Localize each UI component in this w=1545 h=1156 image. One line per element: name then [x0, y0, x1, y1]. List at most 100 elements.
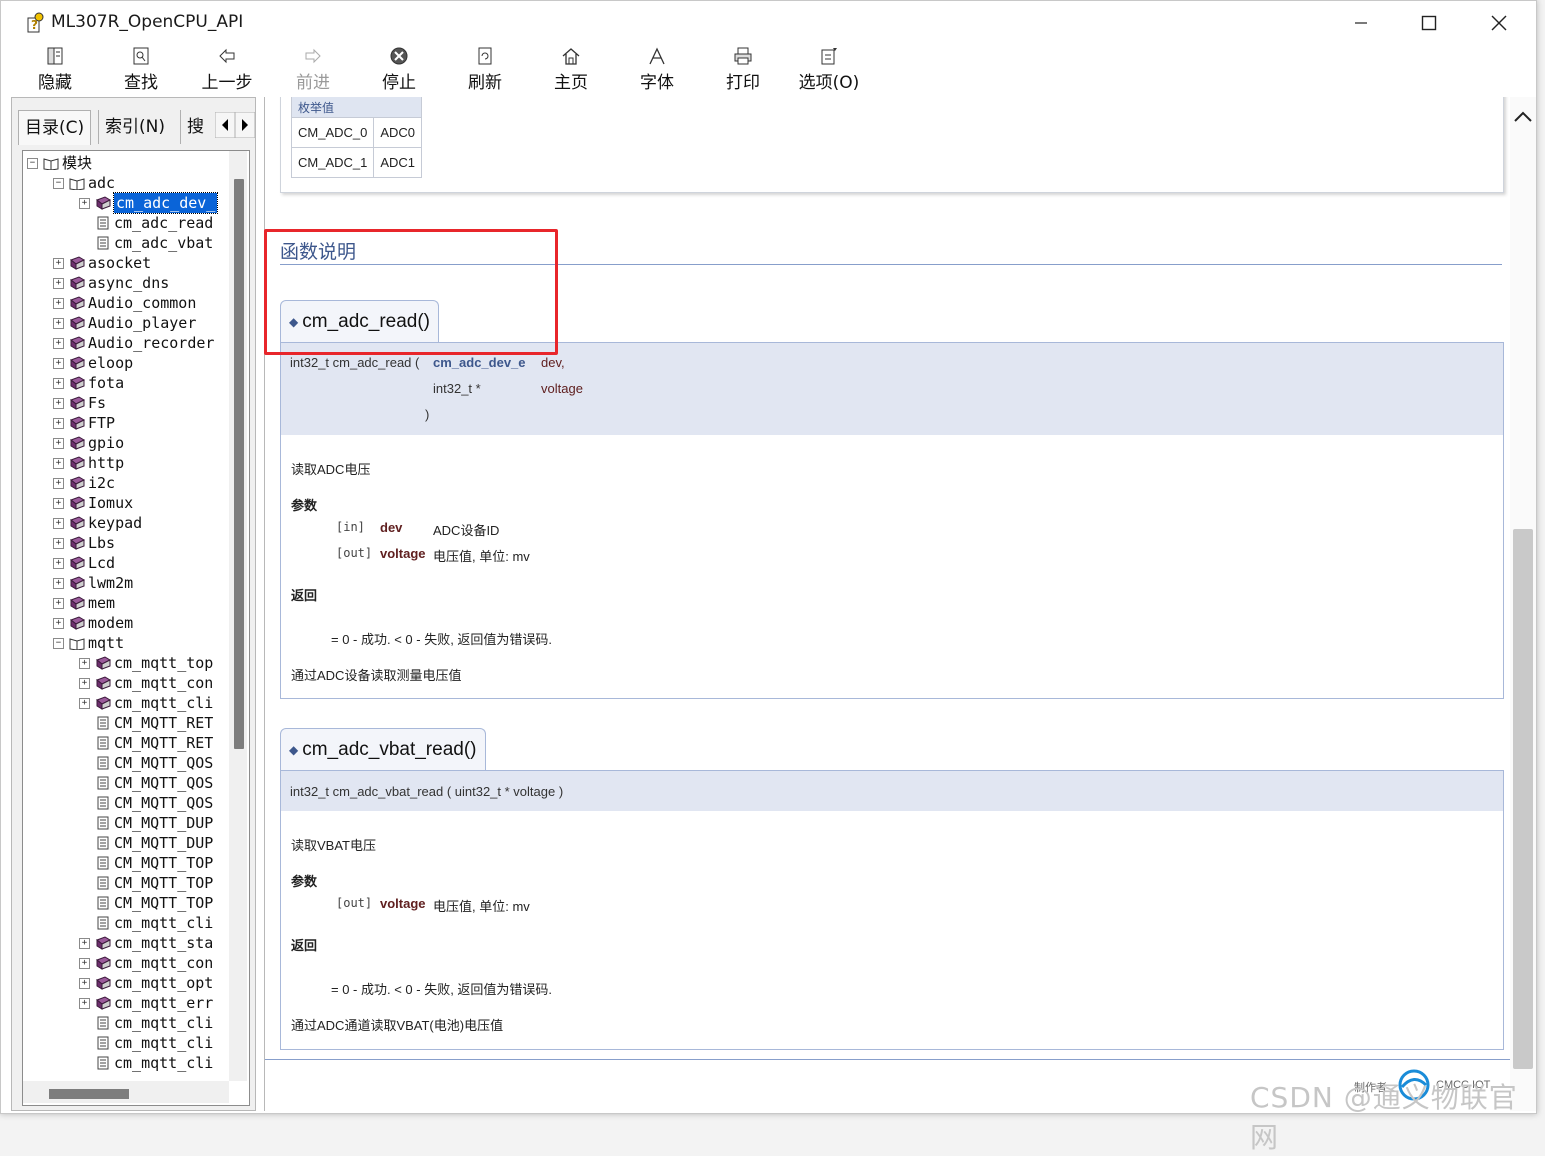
tree-item[interactable]: cm_mqtt_opt — [114, 973, 213, 993]
tree-expand-toggle[interactable]: + — [53, 278, 64, 289]
tree-expand-toggle[interactable]: + — [53, 338, 64, 349]
tree-expand-toggle[interactable]: + — [53, 498, 64, 509]
tree-item[interactable]: Iomux — [88, 493, 133, 513]
tree-item[interactable]: CM_MQTT_DUP — [114, 813, 213, 833]
tree-expand-toggle[interactable]: − — [53, 178, 64, 189]
tree-item[interactable]: fota — [88, 373, 124, 393]
options-button[interactable]: 选项(O) — [789, 47, 869, 95]
tree-expand-toggle[interactable]: + — [53, 358, 64, 369]
tree-item[interactable]: 模块 — [62, 153, 92, 173]
tree-expand-toggle[interactable]: + — [53, 438, 64, 449]
scroll-up-icon[interactable] — [1513, 109, 1533, 123]
tree-item[interactable]: cm_mqtt_cli — [114, 913, 213, 933]
font-button[interactable]: 字体 — [617, 47, 697, 95]
stop-button[interactable]: 停止 — [359, 47, 439, 95]
content-vertical-scrollbar[interactable] — [1510, 97, 1536, 1111]
tab-contents[interactable]: 目录(C) — [18, 110, 92, 145]
tab-index[interactable]: 索引(N) — [98, 110, 171, 144]
tree-expand-toggle[interactable]: + — [79, 198, 90, 209]
hide-button[interactable]: 隐藏 — [15, 47, 95, 95]
tree-item[interactable]: CM_MQTT_RET — [114, 733, 213, 753]
tree-item[interactable]: Audio_player — [88, 313, 196, 333]
tree-expand-toggle[interactable]: + — [53, 398, 64, 409]
tree-expand-toggle[interactable]: + — [53, 578, 64, 589]
tree-expand-toggle[interactable]: + — [53, 458, 64, 469]
tree-item[interactable]: cm_mqtt_sta — [114, 933, 213, 953]
tree-item[interactable]: asocket — [88, 253, 151, 273]
tree-item[interactable]: cm_mqtt_cli — [114, 693, 213, 713]
tree-expand-toggle[interactable]: + — [79, 998, 90, 1009]
tree-vertical-scrollbar[interactable] — [229, 151, 247, 1081]
tree-expand-toggle[interactable]: + — [53, 318, 64, 329]
tree-item[interactable]: FTP — [88, 413, 115, 433]
tree-expand-toggle[interactable]: − — [27, 158, 38, 169]
tree-item[interactable]: CM_MQTT_TOP — [114, 873, 213, 893]
minimize-button[interactable] — [1326, 1, 1396, 45]
tree-item[interactable]: cm_adc_vbat — [114, 233, 213, 253]
tree-expand-toggle[interactable]: + — [79, 958, 90, 969]
tree-expand-toggle[interactable]: + — [53, 538, 64, 549]
param-type-link[interactable]: cm_adc_dev_e — [433, 355, 526, 370]
tree-expand-toggle[interactable]: + — [53, 298, 64, 309]
tree-item[interactable]: lwm2m — [88, 573, 133, 593]
tree-expand-toggle[interactable]: + — [53, 558, 64, 569]
tree-item[interactable]: modem — [88, 613, 133, 633]
tree-item[interactable]: cm_adc_read — [114, 213, 213, 233]
tree-item[interactable]: CM_MQTT_TOP — [114, 893, 213, 913]
tree-item[interactable]: cm_mqtt_cli — [114, 1033, 213, 1053]
maximize-button[interactable] — [1394, 1, 1464, 45]
tree-item[interactable]: cm_adc_dev_ — [112, 192, 219, 214]
tree-item[interactable]: cm_mqtt_err — [114, 993, 213, 1013]
tree-item[interactable]: CM_MQTT_QOS — [114, 773, 213, 793]
tree-item[interactable]: Lcd — [88, 553, 115, 573]
tree-item[interactable]: Audio_recorder — [88, 333, 214, 353]
tree-item[interactable]: cm_mqtt_con — [114, 673, 213, 693]
tree-item[interactable]: CM_MQTT_QOS — [114, 793, 213, 813]
tree-horizontal-scrollbar[interactable] — [23, 1081, 229, 1103]
find-button[interactable]: 查找 — [101, 47, 181, 95]
tree-expand-toggle[interactable]: + — [53, 378, 64, 389]
tree-item[interactable]: eloop — [88, 353, 133, 373]
forward-button[interactable]: 前进 — [273, 47, 353, 95]
tree-item[interactable]: cm_mqtt_top — [114, 653, 213, 673]
tree-item[interactable]: CM_MQTT_DUP — [114, 833, 213, 853]
tree-item[interactable]: CM_MQTT_TOP — [114, 853, 213, 873]
tree-expand-toggle[interactable]: + — [79, 698, 90, 709]
tab-search[interactable]: 搜 — [180, 110, 210, 144]
tree-expand-toggle[interactable]: + — [79, 938, 90, 949]
tree-expand-toggle[interactable]: + — [53, 598, 64, 609]
tree-item[interactable]: cm_mqtt_cli — [114, 1013, 213, 1033]
tree-item[interactable]: cm_mqtt_cli — [114, 1053, 213, 1073]
tree-item[interactable]: keypad — [88, 513, 142, 533]
tree-expand-toggle[interactable]: + — [79, 658, 90, 669]
tree-item[interactable]: http — [88, 453, 124, 473]
tab-scroll-arrows[interactable] — [215, 112, 255, 138]
tree-expand-toggle[interactable]: − — [53, 638, 64, 649]
tree-expand-toggle[interactable]: + — [53, 258, 64, 269]
tree-item[interactable]: adc — [88, 173, 115, 193]
tree-vertical-scroll-thumb[interactable] — [234, 179, 244, 749]
close-button[interactable] — [1464, 1, 1534, 45]
tree-horizontal-scroll-thumb[interactable] — [49, 1089, 129, 1099]
tree-item[interactable]: i2c — [88, 473, 115, 493]
tree-expand-toggle[interactable]: + — [79, 678, 90, 689]
tree-item[interactable]: CM_MQTT_QOS — [114, 753, 213, 773]
home-button[interactable]: 主页 — [531, 47, 611, 95]
tree-expand-toggle[interactable]: + — [53, 418, 64, 429]
back-button[interactable]: 上一步 — [187, 47, 267, 95]
tree-item[interactable]: Fs — [88, 393, 106, 413]
content-scroll-thumb[interactable] — [1513, 529, 1533, 1069]
tree-item[interactable]: Lbs — [88, 533, 115, 553]
refresh-button[interactable]: 刷新 — [445, 47, 525, 95]
tree-expand-toggle[interactable]: + — [53, 478, 64, 489]
tree-item[interactable]: mqtt — [88, 633, 124, 653]
tree-item[interactable]: CM_MQTT_RET — [114, 713, 213, 733]
function-title-cm-adc-vbat-read[interactable]: ◆ cm_adc_vbat_read() — [280, 728, 486, 771]
print-button[interactable]: 打印 — [703, 47, 783, 95]
tree-item[interactable]: Audio_common — [88, 293, 196, 313]
tree-item[interactable]: cm_mqtt_con — [114, 953, 213, 973]
tree-item[interactable]: mem — [88, 593, 115, 613]
tree-expand-toggle[interactable]: + — [53, 518, 64, 529]
tree-expand-toggle[interactable]: + — [79, 978, 90, 989]
tree-item[interactable]: gpio — [88, 433, 124, 453]
